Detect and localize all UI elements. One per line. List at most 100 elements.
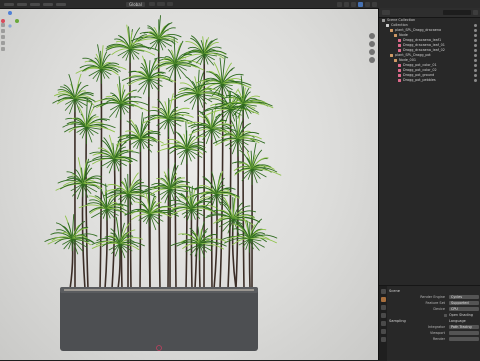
- scene-tab-icon[interactable]: [381, 321, 386, 326]
- planter-pebbles: [64, 289, 254, 291]
- render-samples-row: Render: [389, 336, 479, 342]
- plant-leaf: [179, 149, 187, 158]
- visibility-eye-icon[interactable]: [474, 74, 477, 77]
- solid-shading-button[interactable]: [358, 2, 363, 7]
- filter-icon[interactable]: [473, 10, 478, 15]
- visibility-eye-icon[interactable]: [474, 39, 477, 42]
- visibility-eye-icon[interactable]: [474, 69, 477, 72]
- outliner-item-label: Scene Collection: [387, 18, 415, 22]
- outliner-item-label: Node: [399, 33, 408, 37]
- outliner-item-label: Dragg_dracaena_leaf1: [403, 38, 441, 42]
- visibility-eye-icon[interactable]: [474, 49, 477, 52]
- world-tab-icon[interactable]: [381, 329, 386, 334]
- planter-body: [60, 287, 258, 351]
- plant-leaf: [250, 238, 277, 243]
- plant-leaf: [93, 69, 101, 79]
- plant-foliage: [45, 16, 281, 261]
- empty-icon: [390, 29, 393, 32]
- plant-leaf: [150, 39, 159, 50]
- zoom-icon[interactable]: [369, 33, 375, 39]
- output-tab-icon[interactable]: [381, 305, 386, 310]
- object-tab-icon[interactable]: [381, 337, 386, 342]
- tool-tab-icon[interactable]: [381, 289, 386, 294]
- plant-leaf: [109, 104, 121, 117]
- display-mode-select[interactable]: [382, 10, 390, 15]
- plant-leaf: [90, 208, 107, 212]
- render-properties: Scene Render Engine Cycles Feature Set S…: [389, 288, 479, 342]
- device-select[interactable]: CPU: [449, 307, 479, 312]
- render-tab-icon[interactable]: [381, 297, 386, 302]
- mesh-icon: [398, 44, 401, 47]
- visibility-eye-icon[interactable]: [474, 79, 477, 82]
- scene-icon: [382, 19, 385, 22]
- plant-leaf: [72, 239, 83, 252]
- y-axis-icon: [15, 19, 19, 23]
- outliner-header: [379, 8, 480, 18]
- visibility-eye-icon[interactable]: [474, 64, 477, 67]
- feature-set-select[interactable]: Supported: [449, 301, 479, 306]
- render-samples-label: Render: [433, 336, 445, 342]
- outliner-item-label: Dragg_pot_ground: [403, 73, 434, 77]
- plant-leaf: [80, 127, 87, 135]
- z-axis-icon: [8, 11, 12, 15]
- empty-icon: [394, 34, 397, 37]
- 3d-viewport[interactable]: [0, 9, 378, 360]
- wireframe-shading-button[interactable]: [351, 2, 356, 7]
- render-engine-select[interactable]: Cycles: [449, 295, 479, 300]
- plant-stem: [130, 49, 131, 289]
- proportional-editing-toggle[interactable]: [167, 2, 173, 6]
- coll-icon: [386, 24, 389, 27]
- properties-panel: Scene Render Engine Cycles Feature Set S…: [379, 285, 480, 361]
- plant-leaf: [90, 208, 106, 213]
- camera-view-icon[interactable]: [369, 49, 375, 55]
- overlays-button[interactable]: [337, 2, 342, 7]
- visibility-eye-icon[interactable]: [474, 59, 477, 62]
- plant-stem: [195, 94, 198, 289]
- editor-type-button[interactable]: [4, 3, 14, 6]
- perspective-toggle-icon[interactable]: [369, 57, 375, 63]
- plant-leaf: [107, 159, 115, 168]
- outliner-tree: Scene CollectionCollectionplant_SPL_Drag…: [379, 18, 480, 83]
- viewport-samples-field[interactable]: [449, 331, 479, 336]
- outliner-item-label: plant_SPL_Dragg_pot: [395, 53, 431, 57]
- navigation-gizmo[interactable]: [0, 9, 20, 29]
- mesh-icon: [398, 74, 401, 77]
- outliner-search-input[interactable]: [443, 10, 471, 15]
- integrator-select[interactable]: Path Tracing: [449, 325, 479, 330]
- render-samples-field[interactable]: [449, 337, 479, 342]
- mesh-icon: [398, 69, 401, 72]
- snap-toggle[interactable]: [157, 2, 165, 6]
- view-menu[interactable]: [17, 3, 27, 6]
- outliner-item-label: Dragg_pot_color_02: [403, 68, 437, 72]
- object-menu[interactable]: [56, 3, 66, 6]
- select-menu[interactable]: [30, 3, 40, 6]
- plant-leaf: [215, 139, 237, 145]
- visibility-eye-icon[interactable]: [474, 24, 477, 27]
- empty-icon: [394, 59, 397, 62]
- add-menu[interactable]: [43, 3, 53, 6]
- visibility-eye-icon[interactable]: [474, 54, 477, 57]
- transform-orientation-select[interactable]: Global: [126, 2, 145, 7]
- visibility-eye-icon[interactable]: [474, 44, 477, 47]
- plant-leaf: [140, 139, 151, 152]
- plant-leaf: [159, 119, 168, 129]
- osl-checkbox[interactable]: [444, 314, 447, 317]
- plant-leaf: [65, 99, 75, 111]
- mesh-icon: [398, 64, 401, 67]
- plant-leaf: [111, 244, 119, 254]
- outliner-item-label: Dragg_pot_color_01: [403, 63, 437, 67]
- outliner-panel: Scene CollectionCollectionplant_SPL_Drag…: [379, 8, 480, 285]
- pivot-point-button[interactable]: [149, 2, 155, 6]
- plant-stem: [86, 127, 88, 289]
- rendered-shading-button[interactable]: [372, 2, 377, 7]
- view-layer-tab-icon[interactable]: [381, 313, 386, 318]
- osl-checkbox-row[interactable]: Open Shading Language: [389, 312, 479, 318]
- visibility-eye-icon[interactable]: [474, 29, 477, 32]
- outliner-item[interactable]: Dragg_pot_pebbles: [379, 78, 480, 83]
- pan-icon[interactable]: [369, 41, 375, 47]
- planter-box: [60, 287, 258, 351]
- visibility-eye-icon[interactable]: [474, 34, 477, 37]
- outliner-item-label: Node_001: [399, 58, 416, 62]
- material-shading-button[interactable]: [365, 2, 370, 7]
- xray-button[interactable]: [344, 2, 349, 7]
